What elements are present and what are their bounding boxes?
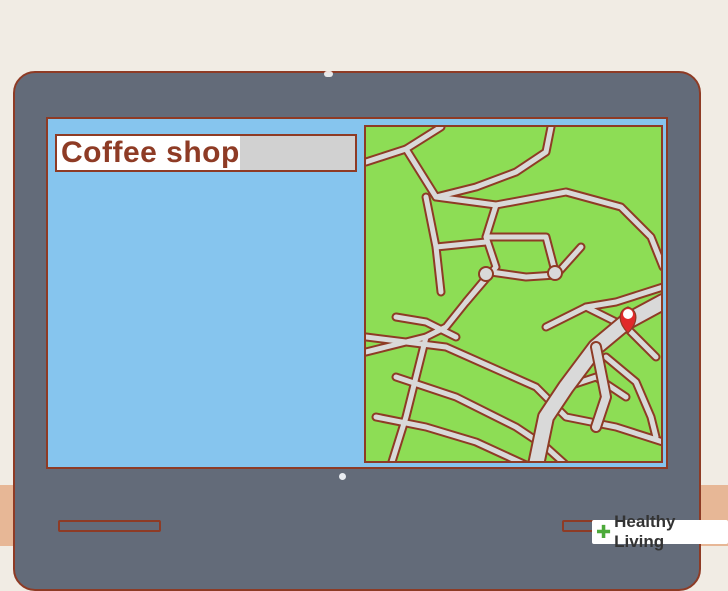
power-indicator [339,473,346,480]
brand-name: Healthy Living [614,512,676,551]
search-input[interactable]: Coffee shop [55,134,357,172]
watermark-badge: ✚ Healthy Living [592,512,728,551]
search-input-empty-area[interactable] [239,136,355,170]
scene: Coffee shop ✚ Healthy Living [0,0,728,591]
map-view[interactable] [364,125,663,463]
map-roads [366,127,661,461]
leaf-icon: ✚ [596,521,612,542]
laptop-hinge-left [58,520,161,532]
webcam [324,71,333,77]
search-query-text: Coffee shop [61,136,240,169]
